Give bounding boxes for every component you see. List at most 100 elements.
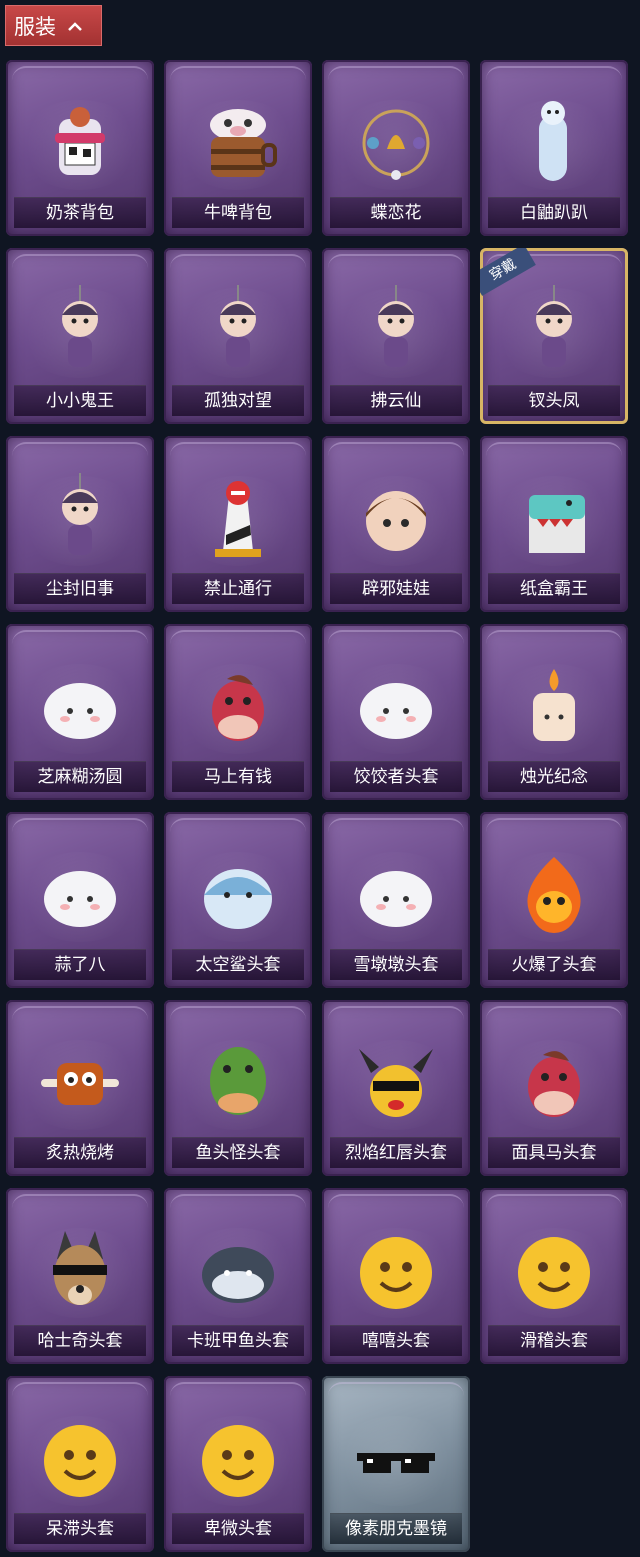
- costume-item-card[interactable]: 蝶恋花: [322, 60, 470, 236]
- card-frame-decoration: [486, 630, 622, 658]
- garlic-head-icon: [35, 849, 125, 939]
- no-entry-cone-icon: [193, 473, 283, 563]
- card-frame-decoration: [328, 1194, 464, 1222]
- costume-item-card[interactable]: 纸盒霸王: [480, 436, 628, 612]
- white-weasel-icon: [509, 97, 599, 187]
- card-frame-decoration: [170, 1006, 306, 1034]
- item-label: 尘封旧事: [14, 573, 146, 604]
- costume-item-card[interactable]: 白鼬趴趴: [480, 60, 628, 236]
- card-frame-decoration: [328, 1006, 464, 1034]
- item-label: 蒜了八: [14, 949, 146, 980]
- item-label: 禁止通行: [172, 573, 304, 604]
- item-label: 火爆了头套: [488, 949, 620, 980]
- item-label: 奶茶背包: [14, 197, 146, 228]
- snowman-head-icon: [351, 849, 441, 939]
- card-frame-decoration: [12, 66, 148, 94]
- fish-head-icon: [193, 1037, 283, 1127]
- costume-item-card[interactable]: 禁止通行: [164, 436, 312, 612]
- milk-tea-backpack-icon: [35, 97, 125, 187]
- item-label: 滑稽头套: [488, 1325, 620, 1356]
- costume-item-card[interactable]: 面具马头套: [480, 1000, 628, 1176]
- item-label: 卡班甲鱼头套: [172, 1325, 304, 1356]
- card-frame-decoration: [12, 254, 148, 282]
- space-shark-head-icon: [193, 849, 283, 939]
- costume-item-card[interactable]: 嘻嘻头套: [322, 1188, 470, 1364]
- husky-head-icon: [35, 1225, 125, 1315]
- little-ghost-king-charm-icon: [35, 285, 125, 375]
- item-label: 拂云仙: [330, 385, 462, 416]
- card-frame-decoration: [12, 1194, 148, 1222]
- sesame-dumpling-icon: [35, 661, 125, 751]
- costume-item-card[interactable]: 饺饺者头套: [322, 624, 470, 800]
- card-frame-decoration: [170, 254, 306, 282]
- card-frame-decoration: [170, 630, 306, 658]
- item-label: 太空鲨头套: [172, 949, 304, 980]
- costume-item-card[interactable]: 呆滞头套: [6, 1376, 154, 1552]
- card-frame-decoration: [328, 66, 464, 94]
- card-frame-decoration: [486, 1194, 622, 1222]
- horse-mask-icon: [509, 1037, 599, 1127]
- costume-item-card[interactable]: 牛啤背包: [164, 60, 312, 236]
- costume-item-card[interactable]: 烛光纪念: [480, 624, 628, 800]
- costume-item-card[interactable]: 尘封旧事: [6, 436, 154, 612]
- item-label: 小小鬼王: [14, 385, 146, 416]
- costume-item-card[interactable]: 哈士奇头套: [6, 1188, 154, 1364]
- item-label: 白鼬趴趴: [488, 197, 620, 228]
- card-frame-decoration: [328, 1382, 464, 1410]
- item-label: 烛光纪念: [488, 761, 620, 792]
- costume-item-card[interactable]: 卑微头套: [164, 1376, 312, 1552]
- costume-item-card[interactable]: 火爆了头套: [480, 812, 628, 988]
- card-frame-decoration: [12, 1382, 148, 1410]
- item-label: 马上有钱: [172, 761, 304, 792]
- item-label: 孤独对望: [172, 385, 304, 416]
- item-label: 呆滞头套: [14, 1513, 146, 1544]
- humble-emoji-head-icon: [193, 1413, 283, 1503]
- item-label: 芝麻糊汤圆: [14, 761, 146, 792]
- costume-item-card[interactable]: 蒜了八: [6, 812, 154, 988]
- phoenix-hairpin-charm-icon: [509, 285, 599, 375]
- card-frame-decoration: [12, 442, 148, 470]
- item-label: 蝶恋花: [330, 197, 462, 228]
- card-frame-decoration: [170, 1382, 306, 1410]
- costume-item-card[interactable]: 炙热烧烤: [6, 1000, 154, 1176]
- costume-item-card[interactable]: 马上有钱: [164, 624, 312, 800]
- card-frame-decoration: [170, 66, 306, 94]
- card-frame-decoration: [486, 818, 622, 846]
- costume-item-card[interactable]: 拂云仙: [322, 248, 470, 424]
- costume-item-card[interactable]: 奶茶背包: [6, 60, 154, 236]
- card-frame-decoration: [486, 442, 622, 470]
- costume-item-card[interactable]: 鱼头怪头套: [164, 1000, 312, 1176]
- costume-item-card[interactable]: 烈焰红唇头套: [322, 1000, 470, 1176]
- card-frame-decoration: [12, 1006, 148, 1034]
- card-frame-decoration: [170, 1194, 306, 1222]
- costume-item-card[interactable]: 钗头凤 穿戴: [480, 248, 628, 424]
- dusty-past-charm-icon: [35, 473, 125, 563]
- costume-item-card[interactable]: 像素朋克墨镜: [322, 1376, 470, 1552]
- item-label: 嘻嘻头套: [330, 1325, 462, 1356]
- whale-head-icon: [193, 1225, 283, 1315]
- item-label: 鱼头怪头套: [172, 1137, 304, 1168]
- card-frame-decoration: [12, 818, 148, 846]
- costume-item-card[interactable]: 孤独对望: [164, 248, 312, 424]
- item-label: 面具马头套: [488, 1137, 620, 1168]
- card-frame-decoration: [170, 442, 306, 470]
- costume-item-card[interactable]: 雪墩墩头套: [322, 812, 470, 988]
- cloud-fairy-charm-icon: [351, 285, 441, 375]
- item-label: 纸盒霸王: [488, 573, 620, 604]
- item-label: 牛啤背包: [172, 197, 304, 228]
- card-frame-decoration: [170, 818, 306, 846]
- card-frame-decoration: [328, 630, 464, 658]
- item-label: 烈焰红唇头套: [330, 1137, 462, 1168]
- costume-item-card[interactable]: 滑稽头套: [480, 1188, 628, 1364]
- costume-item-card[interactable]: 太空鲨头套: [164, 812, 312, 988]
- card-frame-decoration: [328, 442, 464, 470]
- costume-item-card[interactable]: 小小鬼王: [6, 248, 154, 424]
- pixel-sunglasses-icon: [351, 1413, 441, 1503]
- dumpling-head-icon: [351, 661, 441, 751]
- costume-item-card[interactable]: 辟邪娃娃: [322, 436, 470, 612]
- funny-emoji-head-icon: [509, 1225, 599, 1315]
- costume-item-card[interactable]: 芝麻糊汤圆: [6, 624, 154, 800]
- lonely-gaze-charm-icon: [193, 285, 283, 375]
- item-label: 卑微头套: [172, 1513, 304, 1544]
- costume-item-card[interactable]: 卡班甲鱼头套: [164, 1188, 312, 1364]
